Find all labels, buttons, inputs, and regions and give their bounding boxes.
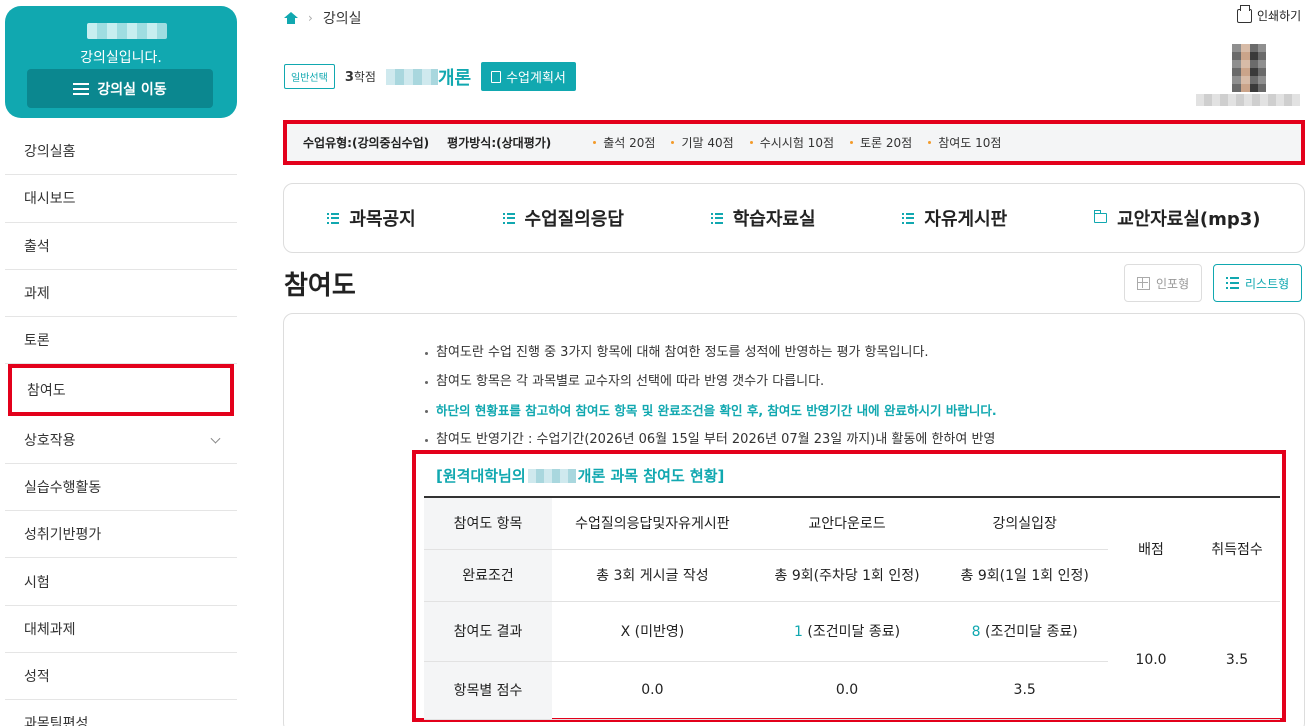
classroom-move-button[interactable]: 강의실 이동 — [27, 69, 213, 108]
course-header: 일반선택 3학점 개론 수업계획서 — [284, 62, 576, 91]
blurred-course-name — [527, 468, 576, 483]
view-list-button[interactable]: 리스트형 — [1213, 264, 1303, 302]
course-credits: 3학점 — [344, 70, 376, 85]
note-item-highlight: 하단의 현황표를 참고하여 참여도 항목 및 완료조건을 확인 후, 참여도 반… — [425, 401, 997, 430]
list-icon — [902, 212, 915, 224]
board-links: 과목공지 수업질의응답 학습자료실 자유게시판 교안자료실(mp3) — [283, 183, 1305, 253]
grid-icon — [1137, 276, 1150, 290]
print-label: 인쇄하기 — [1257, 9, 1302, 23]
participation-notes: 참여도란 수업 진행 중 3가지 항목에 대해 참여한 정도를 성적에 반영하는… — [425, 343, 997, 459]
result-link[interactable]: 1 — [794, 624, 803, 640]
evaluation-info-bar: 수업유형:(강의중심수업) 평가방식:(상대평가) 출석 20점 기말 40점 … — [283, 120, 1305, 165]
table-cell: 교안다운로드 — [752, 496, 942, 550]
table-cell: 총 3회 게시글 작성 — [552, 549, 753, 602]
chevron-down-icon — [210, 433, 221, 444]
sidebar-item-exam[interactable]: 시험 — [5, 558, 237, 606]
status-title: [원격대학님의 개론 과목 참여도 현황] — [436, 467, 725, 485]
home-icon[interactable] — [284, 12, 298, 24]
folder-icon — [1093, 210, 1108, 223]
document-icon — [491, 70, 502, 83]
table-cell: 강의실입장 — [941, 496, 1108, 550]
sidebar-item-practice[interactable]: 실습수행활동 — [5, 464, 237, 512]
table-cell: 배점 — [1108, 496, 1194, 602]
list-icon — [710, 212, 723, 224]
sidebar-item-grades[interactable]: 성적 — [5, 653, 237, 701]
page-title: 참여도 — [284, 271, 356, 301]
table-cell: 8 (조건미달 종료) — [941, 601, 1108, 662]
sidebar-item-team[interactable]: 과목팀편성 — [5, 700, 237, 726]
table-cell: 10.0 — [1108, 601, 1194, 720]
menu-icon — [73, 82, 90, 95]
syllabus-label: 수업계획서 — [506, 71, 566, 86]
sidebar-item-dashboard[interactable]: 대시보드 — [5, 175, 237, 223]
board-free[interactable]: 자유게시판 — [902, 205, 1007, 231]
sidebar: 강의실입니다. 강의실 이동 강의실홈 대시보드 출석 과제 토론 참여도 상호… — [0, 0, 245, 726]
sidebar-item-attendance[interactable]: 출석 — [5, 223, 237, 270]
blurred-course-prefix — [385, 68, 438, 85]
board-materials[interactable]: 학습자료실 — [710, 205, 816, 231]
sidebar-item-participation[interactable]: 참여도 — [8, 364, 234, 417]
participation-table: 참여도 항목 수업질의응답및자유게시판 교안다운로드 강의실입장 배점 취득점수… — [424, 496, 1280, 720]
score-quiz: 수시시험 10점 — [749, 134, 834, 151]
board-lecture-files[interactable]: 교안자료실(mp3) — [1093, 205, 1261, 231]
blurred-course-name — [87, 23, 167, 39]
table-cell: 3.5 — [941, 661, 1108, 720]
table-cell: 총 9회(주차당 1회 인정) — [752, 549, 942, 602]
score-participation: 참여도 10점 — [928, 134, 1001, 151]
blurred-professor-name — [1196, 94, 1300, 106]
breadcrumb: › 강의실 — [284, 8, 361, 28]
breadcrumb-separator: › — [308, 11, 313, 25]
table-cell: 완료조건 — [424, 549, 552, 602]
sidebar-item-alt-assignment[interactable]: 대체과제 — [5, 606, 237, 653]
table-cell: 항목별 점수 — [424, 661, 552, 720]
printer-icon — [1237, 4, 1252, 23]
table-cell: 참여도 항목 — [424, 496, 552, 550]
score-discussion: 토론 20점 — [850, 134, 912, 151]
professor-profile — [1196, 44, 1300, 108]
table-row: 참여도 항목 수업질의응답및자유게시판 교안다운로드 강의실입장 배점 취득점수 — [424, 496, 1280, 602]
course-type-tag: 일반선택 — [284, 64, 335, 89]
view-card-button[interactable]: 인포형 — [1124, 264, 1203, 302]
list-icon — [327, 212, 340, 224]
table-row: 참여도 결과 X (미반영) 1 (조건미달 종료) 8 (조건미달 종료) 1… — [424, 601, 1280, 720]
board-notice[interactable]: 과목공지 — [327, 205, 416, 231]
score-final: 기말 40점 — [671, 134, 734, 151]
sidebar-item-interaction[interactable]: 상호작용 — [5, 416, 237, 464]
sidebar-item-home[interactable]: 강의실홈 — [5, 128, 237, 176]
sidebar-item-assignment[interactable]: 과제 — [5, 270, 237, 318]
sidebar-item-discussion[interactable]: 토론 — [5, 317, 237, 365]
avatar — [1232, 44, 1266, 92]
table-cell: 총 9회(1일 1회 인정) — [941, 549, 1108, 602]
table-cell: 수업질의응답및자유게시판 — [552, 496, 753, 550]
score-attendance: 출석 20점 — [593, 134, 655, 151]
table-cell: 참여도 결과 — [424, 601, 552, 662]
table-cell: 취득점수 — [1194, 496, 1280, 602]
class-type: 수업유형:(강의중심수업) — [303, 136, 430, 150]
list-icon — [502, 212, 515, 224]
sidebar-item-achievement[interactable]: 성취기반평가 — [5, 511, 237, 559]
table-cell: 3.5 — [1194, 601, 1280, 720]
board-qa[interactable]: 수업질의응답 — [502, 205, 624, 231]
note-item: 참여도 항목은 각 과목별로 교수자의 선택에 따라 반영 갯수가 다릅니다. — [425, 372, 997, 401]
eval-method: 평가방식:(상대평가) — [447, 136, 552, 150]
table-cell: 0.0 — [552, 661, 753, 720]
course-name: 개론 — [437, 67, 472, 89]
table-cell: 1 (조건미달 종료) — [752, 601, 942, 662]
list-icon — [1226, 277, 1239, 289]
breadcrumb-current: 강의실 — [322, 11, 362, 27]
table-cell: 0.0 — [752, 661, 942, 720]
result-link[interactable]: 8 — [972, 624, 981, 640]
syllabus-button[interactable]: 수업계획서 — [481, 62, 576, 91]
classroom-title: 강의실입니다. — [80, 50, 162, 66]
participation-status: [원격대학님의 개론 과목 참여도 현황] 참여도 항목 수업질의응답및자유게시… — [412, 450, 1286, 722]
table-cell: X (미반영) — [552, 601, 753, 662]
classroom-move-label: 강의실 이동 — [97, 81, 167, 98]
classroom-card: 강의실입니다. 강의실 이동 — [5, 6, 237, 118]
sidebar-nav: 강의실홈 대시보드 출석 과제 토론 참여도 상호작용 실습수행활동 성취기반평… — [5, 128, 237, 726]
note-item: 참여도란 수업 진행 중 3가지 항목에 대해 참여한 정도를 성적에 반영하는… — [425, 343, 997, 372]
print-button[interactable]: 인쇄하기 — [1237, 4, 1302, 24]
